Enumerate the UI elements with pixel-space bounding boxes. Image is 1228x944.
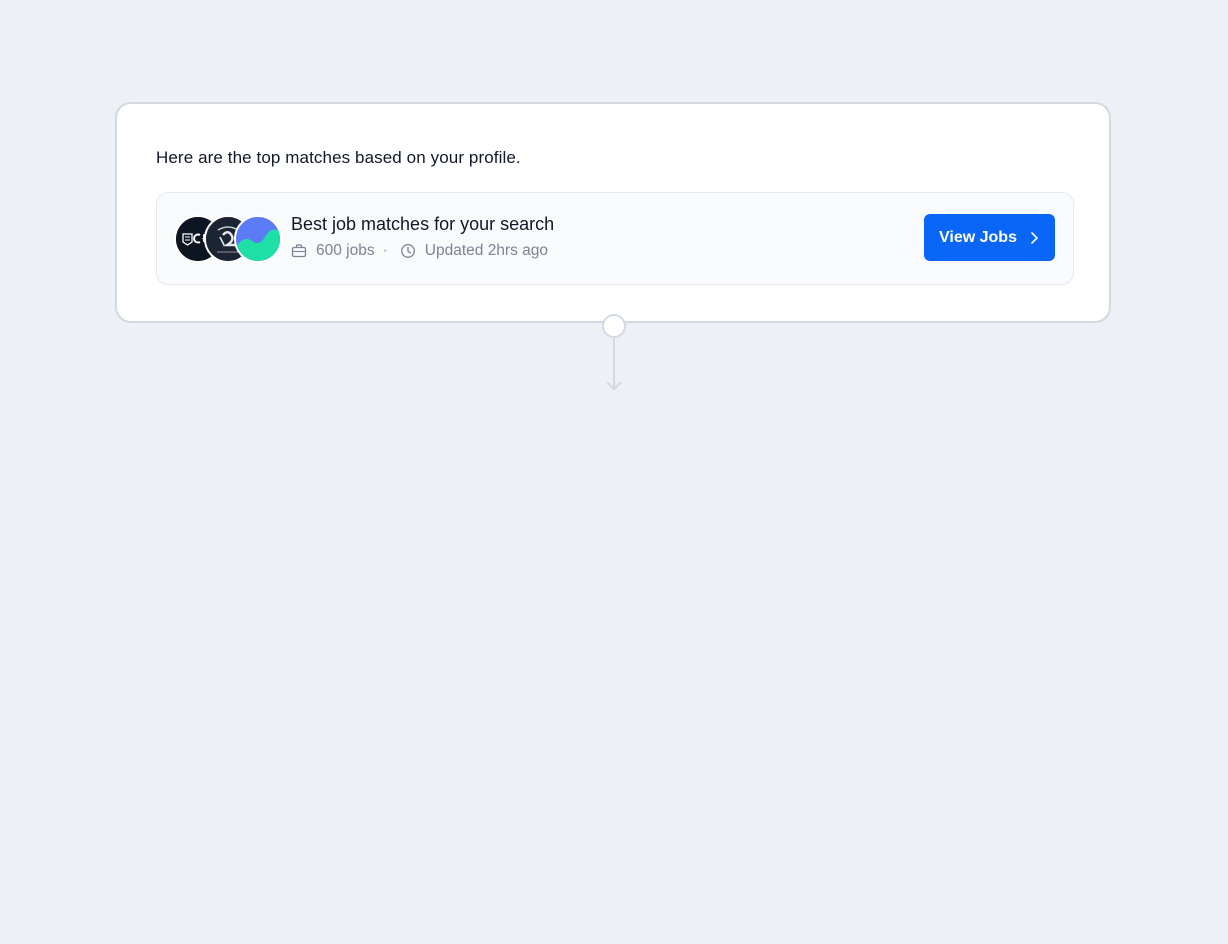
company-logos xyxy=(174,215,284,263)
clock-icon xyxy=(400,243,416,259)
company-logo-3 xyxy=(234,215,282,263)
match-title: Best job matches for your search xyxy=(291,214,555,234)
intro-text: Here are the top matches based on your p… xyxy=(156,148,521,167)
view-jobs-label: View Jobs xyxy=(939,228,1017,246)
match-info: Best job matches for your search 600 job… xyxy=(291,213,554,261)
jobs-count: 600 jobs xyxy=(316,242,375,259)
match-meta: 600 jobs · Updated 2hrs ago xyxy=(291,241,554,261)
matches-card: Here are the top matches based on your p… xyxy=(115,102,1111,323)
view-jobs-button[interactable]: View Jobs xyxy=(924,214,1055,261)
updated-time: Updated 2hrs ago xyxy=(424,242,549,259)
flow-connector xyxy=(600,313,628,395)
meta-separator: · xyxy=(382,242,388,259)
chevron-right-icon xyxy=(1029,230,1039,246)
briefcase-icon xyxy=(291,243,307,259)
job-match-row[interactable]: Best job matches for your search 600 job… xyxy=(156,192,1074,285)
